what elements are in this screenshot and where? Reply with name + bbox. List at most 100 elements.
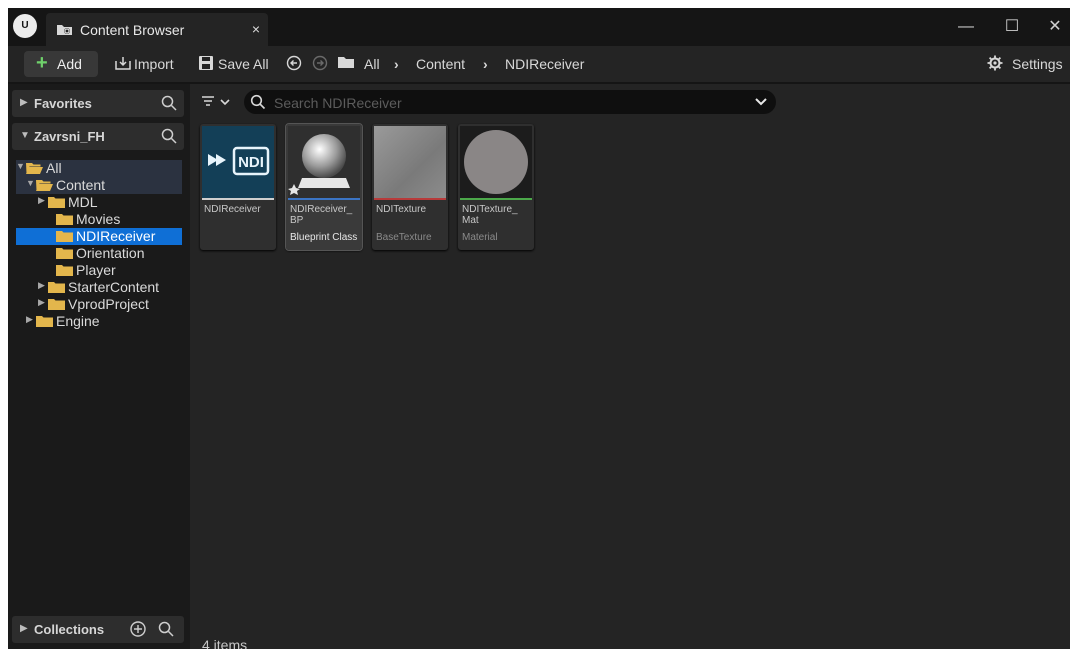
folder-tree-item[interactable]: ▶ VprodProject	[16, 296, 182, 313]
add-collection-icon[interactable]	[129, 620, 147, 638]
asset-tile-nditexture-mat[interactable]: NDITexture_ Mat Material	[458, 124, 534, 250]
folder-tree-label: Player	[76, 262, 116, 278]
search-icon[interactable]	[160, 127, 178, 145]
close-window-button[interactable]: ✕	[1044, 16, 1066, 38]
tab-content-browser[interactable]: Content Browser ×	[46, 13, 268, 46]
texture-thumbnail	[374, 126, 446, 198]
expand-arrow-icon[interactable]: ▶	[26, 314, 33, 325]
expand-arrow-icon: ▶	[20, 623, 28, 634]
folder-tree-item[interactable]: ▶ Engine	[16, 313, 182, 330]
asset-name: NDIReceiver_ BP	[290, 204, 353, 226]
folder-icon	[56, 231, 73, 242]
favorites-label: Favorites	[34, 96, 92, 111]
unreal-logo-icon[interactable]: U	[13, 14, 37, 38]
folder-tree-label: VprodProject	[68, 296, 149, 312]
content-browser-window: U Content Browser × — ☐ ✕ + Add Import S…	[8, 8, 1070, 649]
save-all-button[interactable]: Save All	[218, 56, 269, 72]
folder-icon	[48, 299, 65, 310]
folder-tree-item[interactable]: ▶ StarterContent	[16, 279, 182, 296]
minimize-button[interactable]: —	[955, 16, 977, 38]
favorites-header[interactable]: ▶ Favorites	[12, 90, 184, 117]
folder-tree-label: MDL	[68, 194, 98, 210]
folder-tree-item[interactable]: ▼ Content	[16, 177, 182, 194]
maximize-button[interactable]: ☐	[1001, 16, 1023, 38]
blueprint-sphere-icon	[288, 126, 360, 198]
folder-tree-item[interactable]: NDIReceiver	[16, 228, 182, 245]
search-icon[interactable]	[160, 94, 178, 112]
content-browser-icon	[57, 25, 72, 35]
folder-tree-label: Content	[56, 177, 106, 193]
collapse-arrow-icon[interactable]: ▼	[26, 178, 35, 188]
asset-type-bar	[460, 198, 532, 200]
collapse-arrow-icon[interactable]: ▼	[16, 161, 25, 171]
chevron-down-icon[interactable]	[754, 95, 768, 109]
forward-arrow-icon[interactable]	[312, 55, 328, 71]
back-arrow-icon[interactable]	[286, 55, 302, 71]
expand-arrow-icon[interactable]: ▶	[38, 297, 45, 308]
add-button[interactable]: + Add	[24, 51, 98, 77]
expand-arrow-icon: ▶	[20, 97, 28, 108]
folder-open-icon	[26, 163, 43, 174]
folder-tree-item[interactable]: Movies	[16, 211, 182, 228]
search-bar	[244, 90, 776, 114]
svg-text:NDI: NDI	[238, 154, 264, 171]
folder-tree-label: Movies	[76, 211, 121, 227]
folder-icon	[48, 197, 65, 208]
breadcrumb-separator: ›	[394, 56, 399, 72]
asset-type-bar	[374, 198, 446, 200]
collections-label: Collections	[34, 622, 105, 637]
folder-tree-item[interactable]: Player	[16, 262, 182, 279]
breadcrumb-content[interactable]: Content	[416, 56, 465, 72]
folder-tree-label: StarterContent	[68, 279, 160, 295]
asset-tile-ndireceiver-bp[interactable]: NDIReceiver_ BP Blueprint Class	[285, 123, 363, 251]
settings-button[interactable]: Settings	[1012, 56, 1063, 72]
folder-tree-label: Engine	[56, 313, 100, 329]
folder-tree-label: Orientation	[76, 245, 145, 261]
folder-tree-item[interactable]: ▶ MDL	[16, 194, 182, 211]
ndi-logo-icon: NDI	[202, 126, 274, 198]
asset-type-bar	[202, 198, 274, 200]
asset-type: Material	[462, 232, 498, 243]
search-input[interactable]	[272, 93, 746, 113]
folder-tree-item[interactable]: ▼ All	[16, 160, 182, 177]
breadcrumb-separator: ›	[483, 56, 488, 72]
save-all-icon	[199, 56, 213, 70]
search-icon	[250, 94, 266, 110]
tab-close-button[interactable]: ×	[252, 21, 260, 37]
folder-open-icon	[36, 180, 53, 191]
title-bar: U Content Browser × — ☐ ✕	[8, 8, 1070, 46]
folder-icon	[36, 316, 53, 327]
project-header[interactable]: ▼ Zavrsni_FH	[12, 123, 184, 150]
asset-type: Blueprint Class	[290, 232, 358, 243]
import-button[interactable]: Import	[134, 56, 174, 72]
collapse-arrow-icon: ▼	[20, 130, 30, 141]
expand-arrow-icon[interactable]: ▶	[38, 280, 45, 291]
folder-tree-label: NDIReceiver	[76, 228, 156, 244]
plus-icon: +	[36, 52, 48, 74]
folder-tree-item[interactable]: Orientation	[16, 245, 182, 262]
tab-title: Content Browser	[80, 22, 185, 38]
asset-name: NDITexture	[376, 204, 427, 215]
folder-icon	[56, 265, 73, 276]
asset-tile-ndireceiver[interactable]: NDI NDIReceiver	[200, 124, 276, 250]
item-count: 4 items	[202, 637, 248, 649]
import-icon	[115, 57, 131, 70]
asset-tile-nditexture[interactable]: NDITexture BaseTexture	[372, 124, 448, 250]
folder-icon	[56, 248, 73, 259]
breadcrumb-ndireceiver[interactable]: NDIReceiver	[505, 56, 584, 72]
toolbar: + Add Import Save All All › Content › ND…	[8, 46, 1070, 82]
filter-icon[interactable]	[200, 94, 234, 110]
gear-icon	[987, 55, 1003, 71]
search-icon[interactable]	[157, 620, 175, 638]
asset-view: NDI NDIReceiver	[190, 84, 1070, 649]
sources-panel: ▶ Favorites ▼ Zavrsni_FH ▼ All ▼ Content ▶ MD…	[8, 84, 190, 649]
add-label: Add	[57, 56, 82, 72]
folder-icon	[48, 282, 65, 293]
breadcrumb-all[interactable]: All	[364, 56, 380, 72]
project-label: Zavrsni_FH	[34, 129, 105, 144]
collections-header[interactable]: ▶ Collections	[12, 616, 184, 643]
material-sphere-icon	[460, 126, 532, 198]
folder-icon	[338, 57, 354, 68]
expand-arrow-icon[interactable]: ▶	[38, 195, 45, 206]
folder-tree-label: All	[46, 160, 62, 176]
